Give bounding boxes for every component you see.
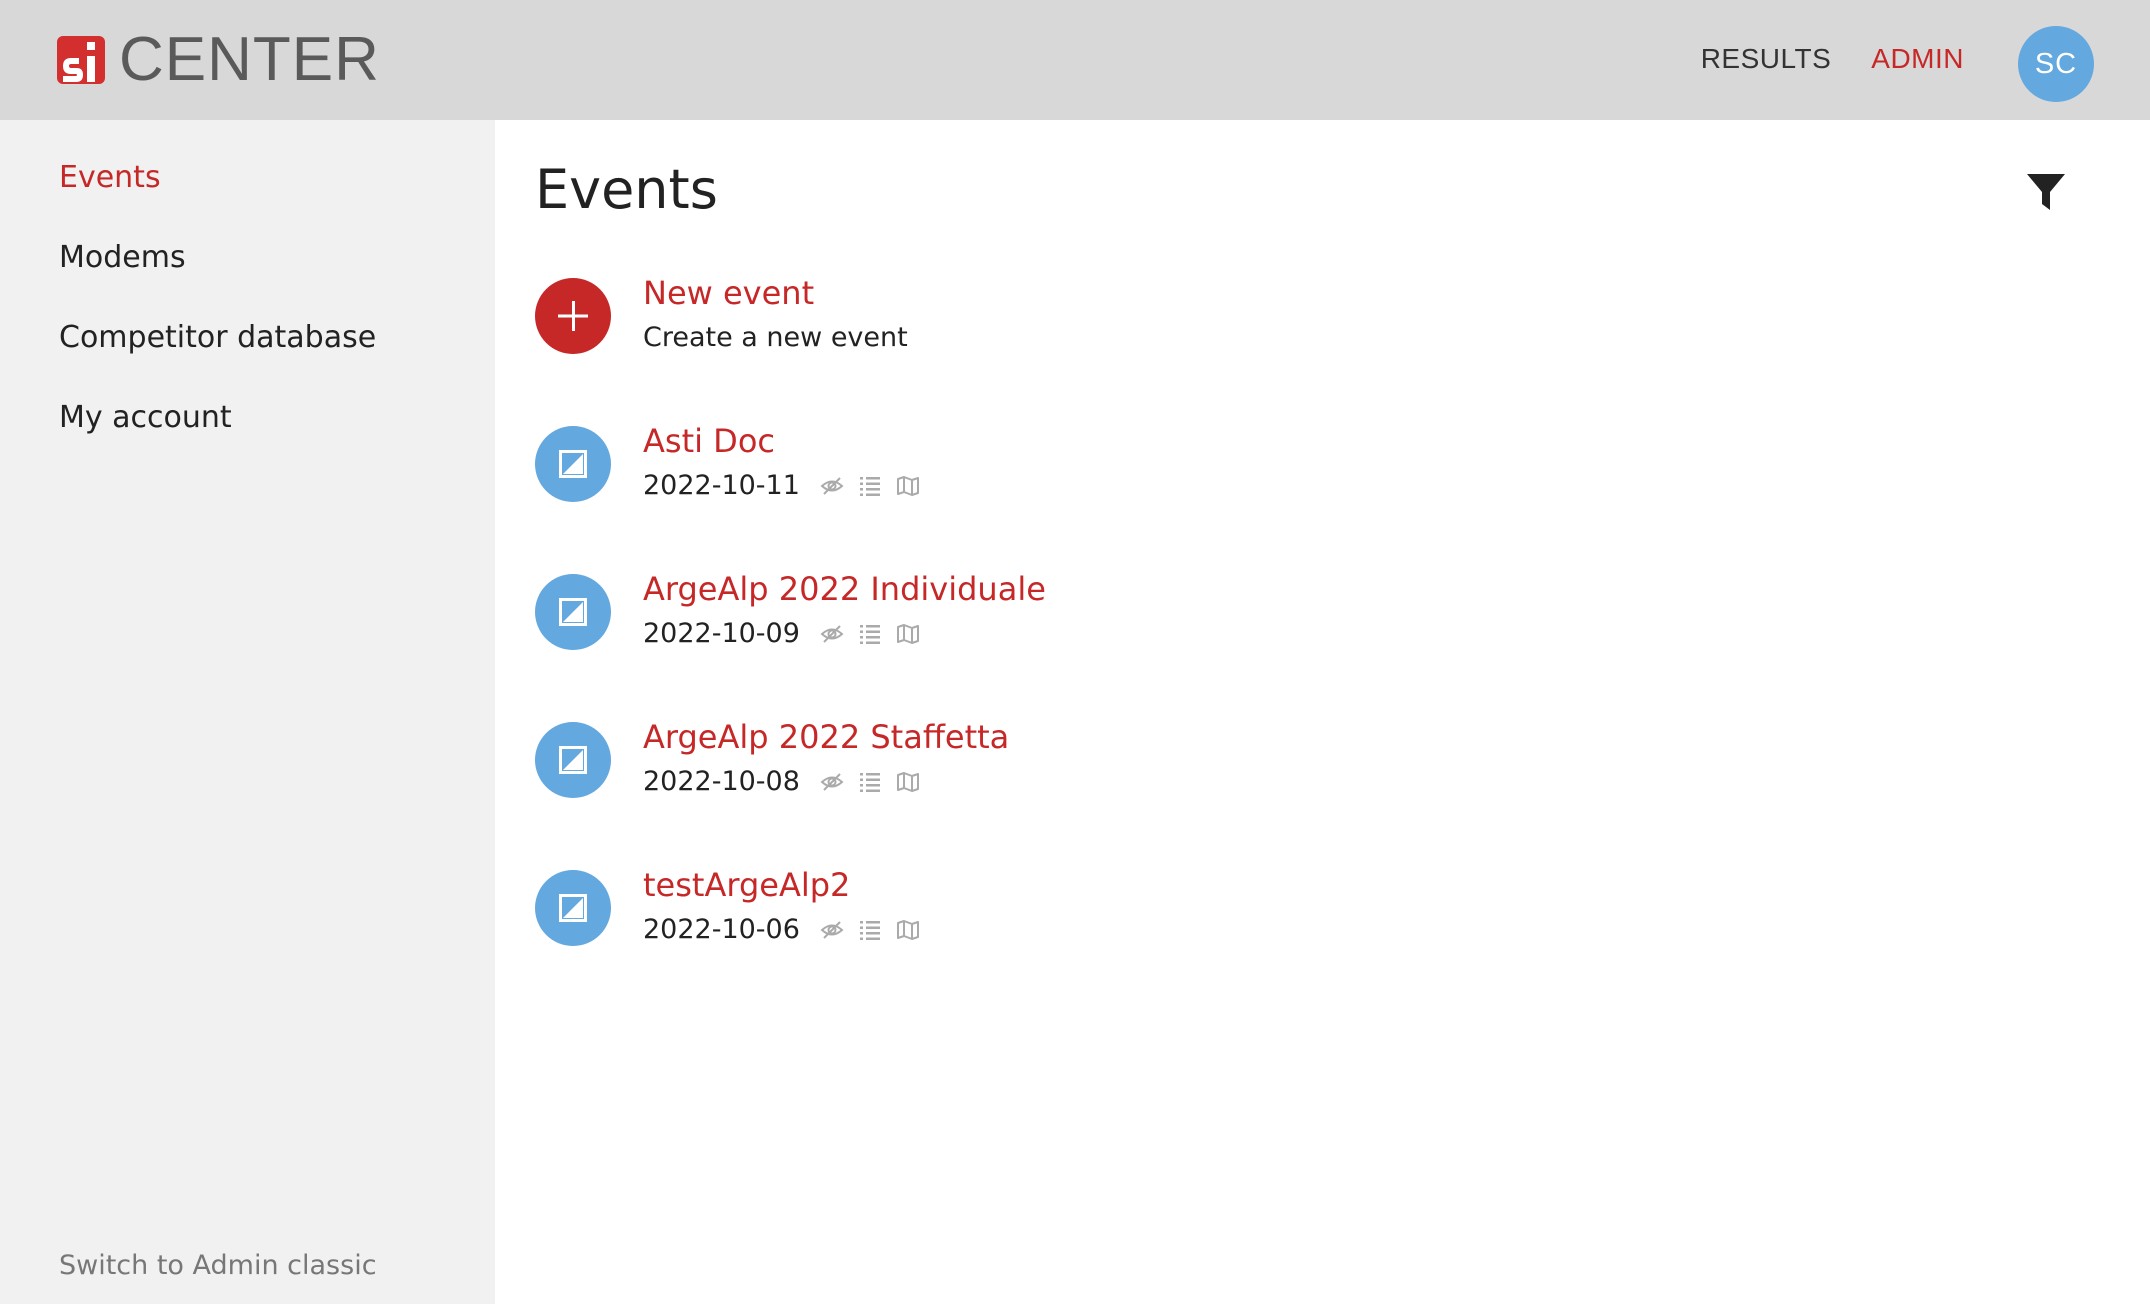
switch-admin-classic-link[interactable]: Switch to Admin classic (59, 1250, 377, 1281)
list-item[interactable]: testArgeAlp2 2022-10-06 (535, 866, 1435, 950)
top-header: CENTER RESULTS ADMIN SC (0, 0, 2150, 120)
event-date: 2022-10-06 (643, 914, 800, 945)
list-icon[interactable] (858, 622, 882, 646)
avatar[interactable]: SC (2018, 26, 2094, 102)
visibility-off-icon[interactable] (820, 622, 844, 646)
sidebar: Events Modems Competitor database My acc… (0, 120, 495, 1304)
list-item[interactable]: ArgeAlp 2022 Individuale 2022-10-09 (535, 570, 1435, 654)
map-icon[interactable] (896, 474, 920, 498)
edit-event-icon[interactable] (535, 870, 611, 946)
plus-icon[interactable] (535, 278, 611, 354)
event-meta: 2022-10-08 (643, 766, 920, 797)
logo[interactable]: CENTER (57, 25, 380, 94)
map-icon[interactable] (896, 622, 920, 646)
event-meta: 2022-10-11 (643, 470, 920, 501)
list-item[interactable]: Asti Doc 2022-10-11 (535, 422, 1435, 506)
sidebar-item-competitor-database[interactable]: Competitor database (59, 320, 376, 355)
visibility-off-icon[interactable] (820, 770, 844, 794)
list-item[interactable]: ArgeAlp 2022 Staffetta 2022-10-08 (535, 718, 1435, 802)
list-icon[interactable] (858, 918, 882, 942)
new-event-row[interactable]: New event Create a new event (535, 274, 1435, 358)
event-name[interactable]: Asti Doc (643, 422, 775, 460)
event-meta: 2022-10-09 (643, 618, 920, 649)
visibility-off-icon[interactable] (820, 918, 844, 942)
new-event-subtitle: Create a new event (643, 322, 908, 353)
edit-event-icon[interactable] (535, 574, 611, 650)
nav-results[interactable]: RESULTS (1701, 43, 1832, 75)
sidebar-item-modems[interactable]: Modems (59, 240, 186, 275)
new-event-subtitle-text: Create a new event (643, 322, 908, 353)
filter-icon[interactable] (2024, 170, 2068, 214)
map-icon[interactable] (896, 918, 920, 942)
sidebar-item-events[interactable]: Events (59, 160, 161, 195)
visibility-off-icon[interactable] (820, 474, 844, 498)
event-name[interactable]: testArgeAlp2 (643, 866, 850, 904)
logo-text: CENTER (119, 25, 380, 94)
event-date: 2022-10-08 (643, 766, 800, 797)
event-date: 2022-10-11 (643, 470, 800, 501)
edit-event-icon[interactable] (535, 722, 611, 798)
new-event-title[interactable]: New event (643, 274, 814, 312)
list-icon[interactable] (858, 474, 882, 498)
event-date: 2022-10-09 (643, 618, 800, 649)
page-title: Events (535, 158, 718, 221)
event-meta: 2022-10-06 (643, 914, 920, 945)
edit-event-icon[interactable] (535, 426, 611, 502)
sidebar-item-my-account[interactable]: My account (59, 400, 232, 435)
list-icon[interactable] (858, 770, 882, 794)
event-name[interactable]: ArgeAlp 2022 Individuale (643, 570, 1046, 608)
event-name[interactable]: ArgeAlp 2022 Staffetta (643, 718, 1009, 756)
si-logo-icon (57, 36, 105, 84)
map-icon[interactable] (896, 770, 920, 794)
top-nav: RESULTS ADMIN (1701, 43, 1964, 75)
nav-admin[interactable]: ADMIN (1871, 43, 1964, 75)
